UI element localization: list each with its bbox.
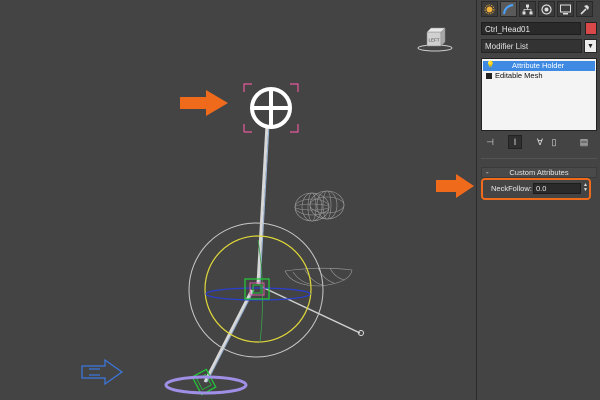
direction-arrow-icon <box>81 358 124 386</box>
configure-modifier-sets-button[interactable]: ▤ <box>577 135 591 149</box>
jaw-wireframe <box>284 267 353 287</box>
annotation-arrow-icon <box>436 174 474 198</box>
viewcube-label: LEFT <box>428 38 439 43</box>
viewcube[interactable]: LEFT <box>417 27 453 52</box>
viewport-scene: LEFT <box>81 27 453 396</box>
modifier-stack[interactable]: 💡 Attribute Holder Editable Mesh <box>481 58 597 131</box>
stack-item-label: Editable Mesh <box>495 71 543 80</box>
show-end-result-button[interactable]: I <box>508 135 522 149</box>
object-color-swatch[interactable] <box>585 22 597 35</box>
eye-wireframe <box>294 190 345 222</box>
modify-tab[interactable] <box>500 1 517 17</box>
expand-box-icon[interactable] <box>486 73 492 79</box>
make-unique-button[interactable]: ∀ <box>533 135 547 149</box>
hierarchy-icon <box>522 4 533 14</box>
configure-icon: ▤ <box>579 136 589 147</box>
object-name-field[interactable]: Ctrl_Head01 <box>481 22 581 35</box>
stack-item-label: Attribute Holder <box>512 61 565 70</box>
annotation-arrow-icon <box>180 90 228 116</box>
end-result-icon: I <box>513 137 517 147</box>
neckfollow-highlight <box>481 178 591 200</box>
modifier-list-dropdown[interactable]: Modifier List <box>481 39 582 53</box>
command-panel-tabs <box>481 1 599 18</box>
lightbulb-icon[interactable]: 💡 <box>486 62 495 70</box>
stack-item-editable-mesh[interactable]: Editable Mesh <box>483 71 595 81</box>
remove-modifier-button[interactable]: ▯ <box>547 135 561 149</box>
display-monitor-icon <box>560 4 571 14</box>
head-controller[interactable] <box>243 83 299 133</box>
command-panel: Ctrl_Head01 Modifier List ▼ 💡 Attribute … <box>476 0 600 400</box>
perspective-viewport[interactable]: LEFT <box>0 0 476 400</box>
hierarchy-tab[interactable] <box>519 1 536 17</box>
hammer-icon <box>580 4 589 15</box>
pin-icon: ⊣ <box>486 136 494 147</box>
chevron-down-icon: ▼ <box>587 42 594 50</box>
motion-tab[interactable] <box>538 1 555 17</box>
modify-curve-icon <box>503 3 514 14</box>
make-unique-icon: ∀ <box>536 136 544 147</box>
create-tab[interactable] <box>481 1 498 17</box>
utilities-tab[interactable] <box>576 1 593 17</box>
stack-toolbar: ⊣ I ∀ ▯ ▤ <box>481 135 597 150</box>
display-tab[interactable] <box>557 1 574 17</box>
trash-icon: ▯ <box>551 136 557 147</box>
sun-icon <box>484 4 495 14</box>
pin-stack-button[interactable]: ⊣ <box>483 135 497 149</box>
modifier-list-dropdown-button[interactable]: ▼ <box>584 39 597 53</box>
custom-attributes-rollout-header[interactable]: - Custom Attributes <box>481 167 597 178</box>
divider <box>481 158 597 159</box>
rollout-title: Custom Attributes <box>509 168 569 177</box>
motion-circle-icon <box>541 3 552 15</box>
stack-item-attribute-holder[interactable]: 💡 Attribute Holder <box>483 61 595 71</box>
